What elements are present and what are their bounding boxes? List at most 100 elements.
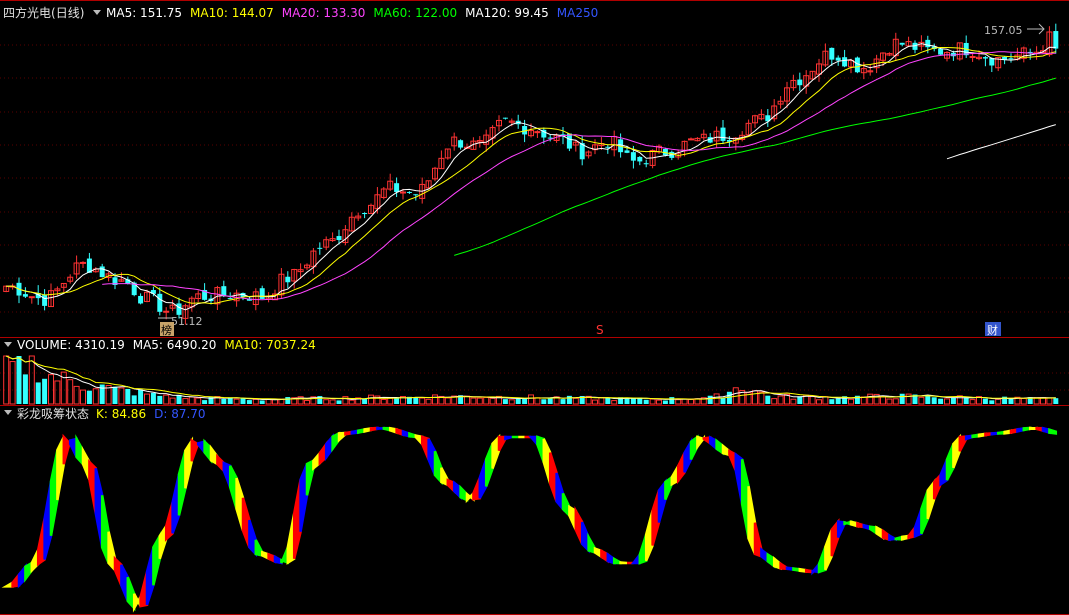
candle-down [227, 298, 233, 300]
volume-bar-down [950, 397, 956, 404]
volume-bar-up [195, 397, 202, 405]
candle-down [1008, 58, 1014, 60]
volume-bar-down [362, 398, 368, 404]
volume-bar-down [336, 400, 342, 404]
volume-bar-down [16, 356, 22, 404]
volume-bar-up [675, 399, 682, 405]
volume-bar-up [816, 399, 822, 405]
candle-down [458, 140, 464, 148]
volume-bar-down [138, 389, 144, 404]
volume-bar-down [726, 391, 732, 404]
dropdown-icon[interactable] [93, 10, 101, 15]
kd-legend-item-1: D: 87.70 [154, 407, 205, 421]
kd-legend-item-0: K: 84.86 [96, 407, 146, 421]
volume-bar-up [918, 396, 925, 405]
volume-bar-up [867, 393, 874, 405]
volume-bar-up [649, 398, 656, 405]
volume-bar-up [758, 391, 765, 405]
volume-bar-down [624, 398, 630, 404]
volume-bar-up [368, 394, 374, 405]
volume-bar-down [202, 400, 208, 404]
volume-bar-up [163, 394, 170, 405]
volume-bar-up [323, 399, 330, 405]
volume-bars[interactable] [3, 355, 1059, 405]
volume-bar-up [329, 399, 336, 405]
volume-bar-up [969, 399, 976, 405]
candle-down [413, 194, 419, 196]
ma10-line [6, 47, 1056, 305]
volume-bar-down [931, 397, 937, 404]
volume-bar-up [886, 398, 893, 405]
volume-legend-item-2: MA10: 7037.24 [224, 338, 315, 352]
stock-chart[interactable]: 四方光电(日线) MA5: 151.75 MA10: 144.07 MA20: 13… [0, 0, 1069, 615]
high-arrow-icon [1027, 23, 1045, 35]
price-legend-item-1: MA10: 144.07 [190, 6, 274, 20]
candle-down [630, 152, 636, 161]
volume-bar-up [252, 398, 259, 405]
volume-bar-down [259, 400, 265, 404]
volume-bar-down [221, 398, 227, 404]
volume-bar-up [860, 396, 867, 405]
volume-bar-up [489, 397, 496, 405]
volume-bar-down [150, 392, 156, 404]
moving-average-lines [6, 43, 1056, 311]
volume-bar-down [502, 399, 508, 404]
candle-down [938, 48, 944, 55]
candle-down [829, 47, 835, 60]
high-price-label: 157.05 [984, 24, 1023, 37]
candle-down [317, 247, 323, 249]
volume-bar-up [464, 395, 470, 405]
volume-bar-up [118, 387, 125, 405]
candle-down [99, 266, 105, 278]
candle-down [982, 57, 988, 59]
volume-bar-up [54, 380, 61, 405]
volume-bar-down [522, 398, 528, 404]
price-legend-item-3: MA60: 122.00 [373, 6, 457, 20]
volume-bar-down [662, 400, 668, 404]
volume-dropdown-icon[interactable] [4, 342, 12, 347]
kd-segment [1048, 427, 1058, 435]
candle-down [336, 236, 342, 240]
volume-bar-down [413, 397, 419, 404]
volume-bar-down [938, 398, 944, 404]
candle-down [842, 57, 848, 67]
marker-cai[interactable]: 财 [987, 323, 998, 337]
indicator-name: 彩龙吸筹状态 [17, 407, 89, 421]
volume-bar-down [925, 395, 931, 404]
volume-bar-down [1008, 398, 1014, 404]
volume-bar-up [656, 399, 662, 405]
volume-bar-up [169, 397, 176, 405]
volume-bar-up [470, 397, 477, 405]
volume-bar-down [989, 400, 995, 404]
volume-bar-down [86, 390, 92, 404]
volume-bar-down [112, 386, 118, 404]
volume-legend-item-0: VOLUME: 4310.19 [17, 338, 125, 352]
candle-down [394, 183, 400, 193]
volume-bar-down [560, 399, 566, 404]
volume-bar-down [176, 394, 182, 404]
volume-bar-up [892, 398, 899, 405]
volume-bar-up [483, 397, 490, 405]
volume-bar-up [425, 398, 432, 405]
volume-bar-down [394, 398, 400, 404]
volume-bar-up [611, 400, 618, 405]
volume-bar-down [765, 395, 771, 404]
indicator-dropdown-icon[interactable] [4, 410, 12, 415]
volume-bar-up [9, 361, 16, 405]
volume-bar-up [944, 398, 950, 405]
volume-bar-down [240, 398, 246, 404]
volume-bar-up [995, 398, 1002, 405]
candle-down [285, 276, 291, 283]
volume-bar-down [835, 398, 841, 404]
volume-bar-up [598, 397, 605, 405]
low-price-label: 51.12 [171, 315, 203, 328]
kd-segment [619, 561, 628, 565]
candlesticks[interactable] [3, 23, 1059, 325]
candle-down [899, 42, 905, 45]
kd-legend: K: 84.86 D: 87.70 [96, 407, 206, 421]
volume-bar-down [982, 398, 988, 404]
volume-bar-down [605, 397, 611, 404]
marker-bang[interactable]: 榜 [161, 323, 172, 337]
marker-s[interactable]: S [596, 323, 604, 337]
price-legend: MA5: 151.75 MA10: 144.07 MA20: 133.30 MA60:… [106, 6, 598, 20]
